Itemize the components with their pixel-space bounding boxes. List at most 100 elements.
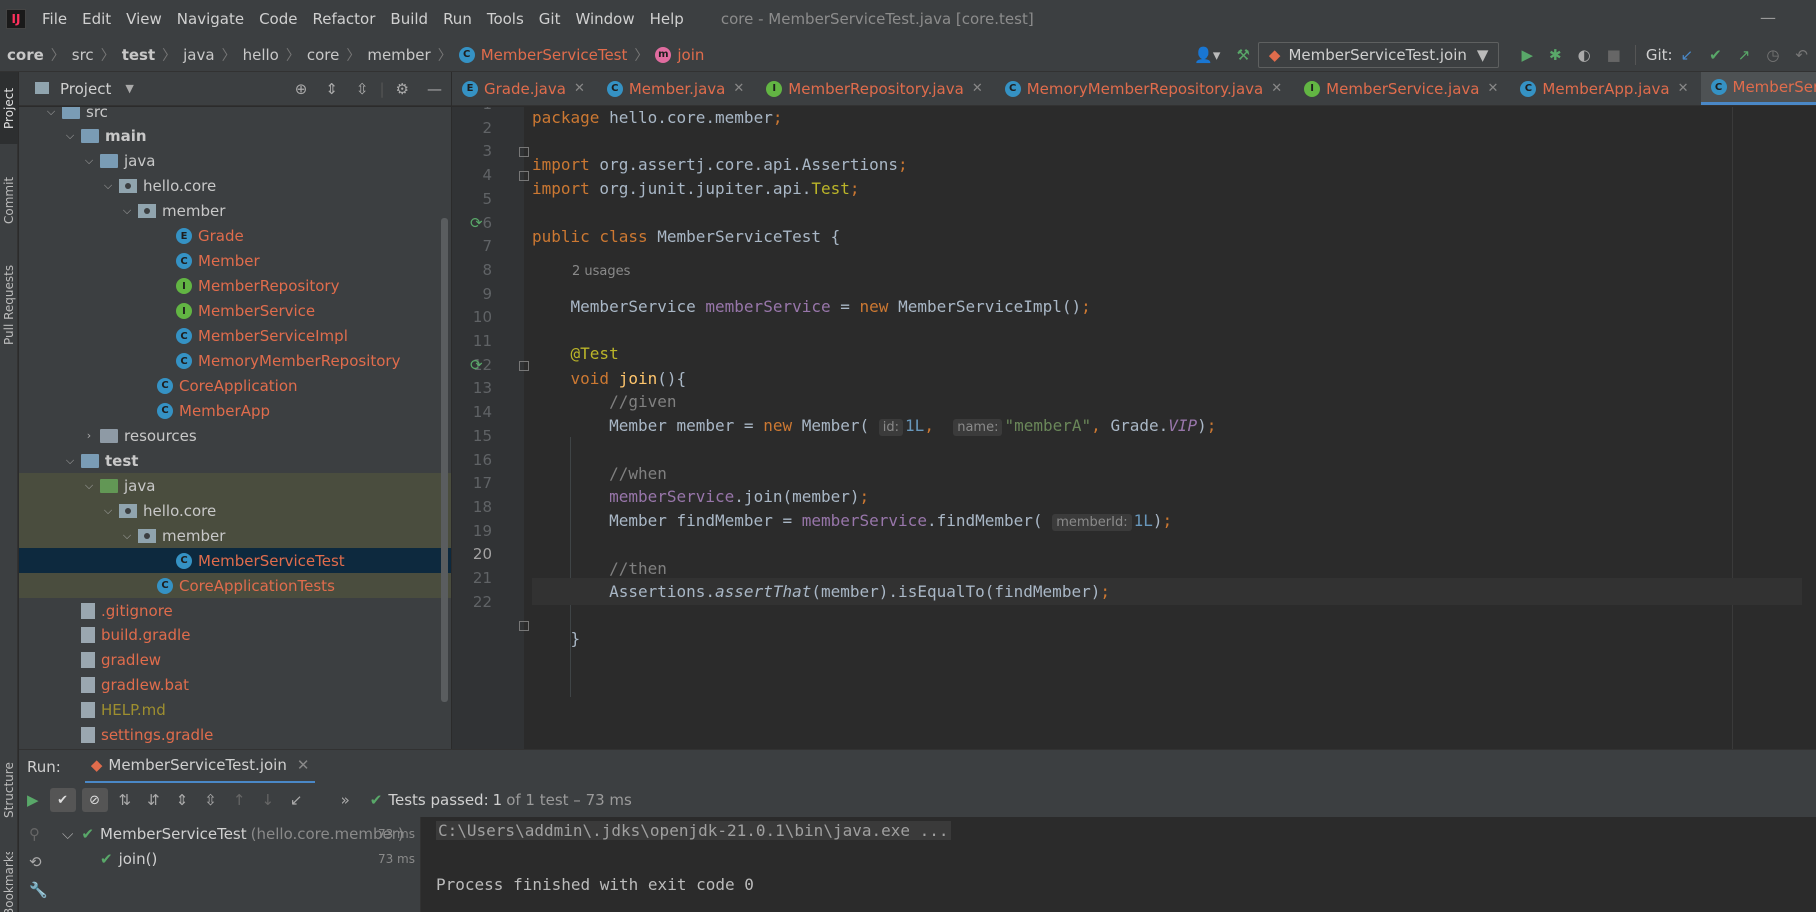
tree-item[interactable]: ⌵ java (19, 149, 451, 174)
git-update-icon[interactable]: ↙ (1681, 46, 1694, 64)
tree-item[interactable]: C MemberApp (19, 398, 451, 423)
menu-window[interactable]: Window (575, 10, 634, 28)
tree-item[interactable]: ⌵ main (19, 124, 451, 149)
run-console[interactable]: C:\Users\addmin\.jdks\openjdk-21.0.1\bin… (422, 817, 1816, 912)
chevron-down-icon[interactable]: ▼ (125, 82, 133, 95)
collapse-all-icon[interactable]: ⇳ (356, 80, 369, 98)
chevron-down-icon[interactable]: ⌵ (62, 825, 73, 843)
breadcrumb-java[interactable]: java (183, 46, 214, 64)
tree-item[interactable]: C Member (19, 249, 451, 274)
tree-item[interactable]: build.gradle (19, 623, 451, 648)
editor-tab[interactable]: I MemberRepository.java ✕ (756, 72, 994, 105)
run-test-icon[interactable]: ⟳ (470, 214, 483, 232)
chevron-right-icon[interactable]: › (82, 429, 96, 442)
tree-item[interactable]: settings.gradle (19, 723, 451, 748)
tree-item[interactable]: C MemberServiceImpl (19, 324, 451, 349)
git-history-icon[interactable]: ◷ (1766, 46, 1779, 64)
pin-icon[interactable]: ⚲ (29, 825, 40, 843)
import-tests-icon[interactable]: ↙ (290, 791, 303, 809)
run-configuration-select[interactable]: ◆ MemberServiceTest.join ▼ (1257, 42, 1500, 68)
fold-icon[interactable] (519, 147, 529, 157)
editor-tab[interactable]: E Grade.java ✕ (452, 72, 597, 105)
tree-item[interactable]: gradlew (19, 648, 451, 673)
tree-item[interactable]: ⌵ member (19, 523, 451, 549)
git-rollback-icon[interactable]: ↶ (1795, 46, 1808, 64)
run-test-icon[interactable]: ⟳ (470, 356, 483, 374)
sort-alpha-icon[interactable]: ⇅ (119, 791, 132, 809)
tree-item[interactable]: ⌵ member (19, 199, 451, 224)
menu-code[interactable]: Code (259, 10, 297, 28)
test-result-row[interactable]: ✔ join() 73 ms (56, 846, 421, 871)
tree-item[interactable]: C CoreApplicationTests (19, 573, 451, 599)
menu-navigate[interactable]: Navigate (177, 10, 244, 28)
collapse-all-icon[interactable]: ⇳ (204, 791, 217, 809)
show-ignored-toggle[interactable]: ⊘ (81, 788, 108, 812)
more-icon[interactable]: » (341, 791, 350, 809)
arrow-up-icon[interactable]: ↑ (233, 791, 246, 809)
show-passed-toggle[interactable]: ✔ (49, 788, 76, 812)
menu-file[interactable]: File (42, 10, 67, 28)
menu-help[interactable]: Help (650, 10, 684, 28)
breadcrumb-method[interactable]: join (677, 46, 704, 64)
breadcrumb-class[interactable]: MemberServiceTest (481, 46, 628, 64)
fold-icon[interactable] (519, 361, 529, 371)
rerun-icon[interactable]: ▶ (27, 791, 39, 809)
close-icon[interactable]: ✕ (1271, 81, 1282, 96)
chevron-down-icon[interactable]: ⌵ (44, 107, 58, 119)
editor-tab[interactable]: C Member.java ✕ (597, 72, 756, 105)
tree-item[interactable]: gradlew.bat (19, 673, 451, 698)
tree-item[interactable]: ⌵ src (19, 107, 451, 124)
chevron-down-icon[interactable]: ⌵ (120, 529, 134, 543)
breadcrumb-member[interactable]: member (367, 46, 430, 64)
tree-item[interactable]: ⌵ hello.core (19, 174, 451, 199)
chevron-down-icon[interactable]: ⌵ (101, 179, 115, 193)
tree-item[interactable]: I MemberService (19, 299, 451, 324)
tree-item[interactable]: ⌵ test (19, 448, 451, 473)
hide-panel-icon[interactable]: — (427, 80, 442, 98)
editor-tab[interactable]: CMemberServiceTest.java✕ (1700, 72, 1816, 105)
run-tab[interactable]: ◆ MemberServiceTest.join ✕ (84, 750, 316, 784)
chevron-down-icon[interactable]: ⌵ (82, 154, 96, 168)
usages-hint[interactable]: 2 usages (572, 264, 630, 279)
menu-view[interactable]: View (126, 10, 162, 28)
tree-item[interactable]: ⌵ java (19, 473, 451, 499)
chevron-down-icon[interactable]: ⌵ (101, 504, 115, 518)
editor-tab[interactable]: C MemoryMemberRepository.java ✕ (995, 72, 1294, 105)
code-editor[interactable]: 12345678910111213141516171819202122 ⟳ ⟳ … (452, 107, 1816, 749)
breadcrumb-src[interactable]: src (72, 46, 94, 64)
menu-git[interactable]: Git (539, 10, 561, 28)
menu-build[interactable]: Build (390, 10, 428, 28)
chevron-down-icon[interactable]: ⌵ (120, 204, 134, 218)
tool-tab-pull-requests[interactable]: Pull Requests (0, 250, 18, 360)
fold-icon[interactable] (519, 171, 529, 181)
git-commit-icon[interactable]: ✔ (1709, 46, 1722, 64)
chevron-down-icon[interactable]: ⌵ (63, 129, 77, 143)
close-icon[interactable]: ✕ (297, 756, 310, 774)
tool-tab-structure[interactable]: Structure (0, 748, 18, 832)
editor-tab[interactable]: I MemberService.java ✕ (1294, 72, 1510, 105)
breadcrumb-core-pkg[interactable]: core (307, 46, 340, 64)
tree-item[interactable]: C MemberServiceTest (19, 548, 451, 574)
stop-icon[interactable]: ■ (1607, 46, 1621, 64)
tool-tab-project[interactable]: Project (0, 72, 18, 144)
project-scrollbar[interactable] (441, 218, 448, 702)
chevron-down-icon[interactable]: ⌵ (82, 479, 96, 493)
wrench-icon[interactable]: 🔧 (29, 881, 48, 899)
build-hammer-icon[interactable]: ⚒ (1236, 46, 1249, 64)
expand-all-icon[interactable]: ⇕ (325, 80, 338, 98)
close-icon[interactable]: ✕ (733, 81, 744, 96)
menu-refactor[interactable]: Refactor (312, 10, 375, 28)
project-panel-title[interactable]: Project (60, 80, 111, 98)
expand-all-icon[interactable]: ⇕ (176, 791, 189, 809)
fold-icon[interactable] (519, 621, 529, 631)
tool-tab-bookmarks[interactable]: Bookmarks (0, 852, 18, 912)
close-icon[interactable]: ✕ (972, 81, 983, 96)
coverage-icon[interactable]: ◐ (1578, 46, 1591, 64)
close-icon[interactable]: ✕ (1678, 81, 1689, 96)
tree-item[interactable]: ⌵ hello.core (19, 498, 451, 524)
close-icon[interactable]: ✕ (574, 81, 585, 96)
sort-duration-icon[interactable]: ⇵ (147, 791, 160, 809)
tree-item[interactable]: C CoreApplication (19, 373, 451, 398)
close-icon[interactable]: ✕ (1488, 81, 1499, 96)
user-icon[interactable]: 👤▾ (1194, 46, 1220, 64)
